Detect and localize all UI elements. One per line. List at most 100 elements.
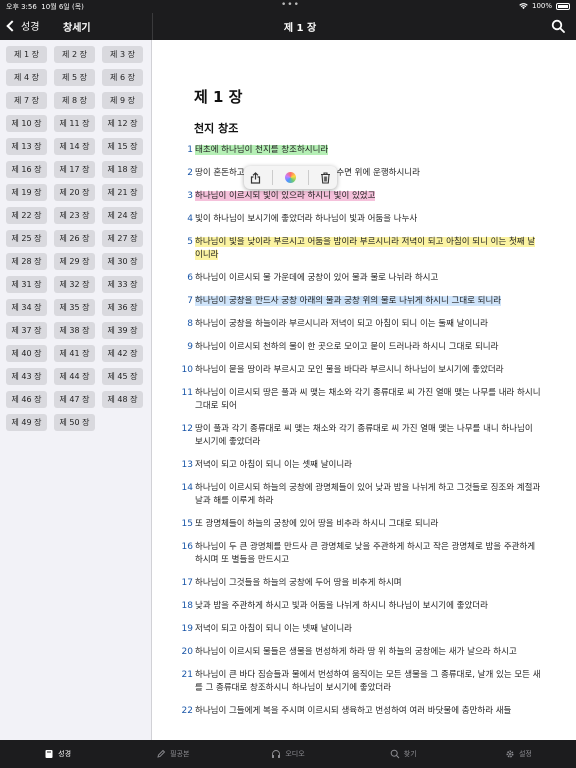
verse-row[interactable]: 17 하나님이 그것들을 하늘의 궁창에 두어 땅을 비추게 하시며 xyxy=(181,577,541,590)
chapter-button-34[interactable]: 제 34 장 xyxy=(6,299,47,316)
chapter-button-37[interactable]: 제 37 장 xyxy=(6,322,47,339)
chapter-button-23[interactable]: 제 23 장 xyxy=(54,207,95,224)
chapter-button-39[interactable]: 제 39 장 xyxy=(102,322,143,339)
chapter-button-2[interactable]: 제 2 장 xyxy=(54,46,95,63)
tab-headphones[interactable]: 오디오 xyxy=(230,740,345,768)
verse-row[interactable]: 7 하나님이 궁창을 만드사 궁창 아래의 물과 궁창 위의 물로 나뉘게 하시니… xyxy=(181,295,541,308)
chapter-button-30[interactable]: 제 30 장 xyxy=(102,253,143,270)
verse-row[interactable]: 5 하나님이 빛을 낮이라 부르시고 어둠을 밤이라 부르시니라 저녁이 되고 아… xyxy=(181,236,541,262)
search-icon[interactable] xyxy=(551,19,565,33)
verse-row[interactable]: 3 하나님이 이르시되 빛이 있으라 하시니 빛이 있었고 xyxy=(181,190,541,203)
verse-row[interactable]: 20 하나님이 이르시되 물들은 생물을 번성하게 하라 땅 위 하늘의 궁창에는… xyxy=(181,646,541,659)
verse-row[interactable]: 9 하나님이 이르시되 천하의 물이 한 곳으로 모이고 뭍이 드러나라 하시니 … xyxy=(181,341,541,354)
verse-number: 17 xyxy=(181,578,193,588)
chapter-button-46[interactable]: 제 46 장 xyxy=(6,391,47,408)
chapter-button-6[interactable]: 제 6 장 xyxy=(102,69,143,86)
verse-row[interactable]: 14 하나님이 이르시되 하늘의 궁창에 광명체들이 있어 낮과 밤을 나뉘게 하… xyxy=(181,482,541,508)
tab-gear[interactable]: 설정 xyxy=(461,740,576,768)
chapter-button-4[interactable]: 제 4 장 xyxy=(6,69,47,86)
chapter-button-3[interactable]: 제 3 장 xyxy=(102,46,143,63)
chapter-content[interactable]: 제 1 장 천지 창조 1 태초에 하나님이 천지를 창조하시니라 2 땅이 혼돈하고… xyxy=(153,40,576,740)
chapter-button-20[interactable]: 제 20 장 xyxy=(54,184,95,201)
verse-text: 하나님이 이르시되 물들은 생물을 번성하게 하라 땅 위 하늘의 궁창에는 새… xyxy=(195,647,517,657)
tab-pen[interactable]: 필공본 xyxy=(115,740,230,768)
back-button[interactable]: 성경 xyxy=(6,18,39,33)
tab-search[interactable]: 찾기 xyxy=(346,740,461,768)
verse-text: 하나님이 빛을 낮이라 부르시고 어둠을 밤이라 부르시니라 저녁이 되고 아침… xyxy=(195,237,536,260)
verse-number: 7 xyxy=(187,296,193,306)
chapter-button-47[interactable]: 제 47 장 xyxy=(54,391,95,408)
tab-book[interactable]: 성경 xyxy=(0,740,115,768)
chapter-button-42[interactable]: 제 42 장 xyxy=(102,345,143,362)
verse-row[interactable]: 22 하나님이 그들에게 복을 주시며 이르시되 생육하고 번성하여 여러 바닷물… xyxy=(181,705,541,718)
verse-row[interactable]: 15 또 광명체들이 하늘의 궁창에 있어 땅을 비추라 하시니 그대로 되니라 xyxy=(181,518,541,531)
battery-icon xyxy=(556,2,570,10)
chapter-button-10[interactable]: 제 10 장 xyxy=(6,115,47,132)
chapter-button-44[interactable]: 제 44 장 xyxy=(54,368,95,385)
trash-icon[interactable] xyxy=(320,171,331,184)
chapter-button-26[interactable]: 제 26 장 xyxy=(54,230,95,247)
chapter-button-8[interactable]: 제 8 장 xyxy=(54,92,95,109)
chapter-button-29[interactable]: 제 29 장 xyxy=(54,253,95,270)
chapter-button-27[interactable]: 제 27 장 xyxy=(102,230,143,247)
chapter-grid: 제 1 장 제 2 장 제 3 장제 4 장 제 5 장 제 6 장제 7 장 제 8 장… xyxy=(6,46,143,431)
chapter-button-15[interactable]: 제 15 장 xyxy=(102,138,143,155)
chapter-button-7[interactable]: 제 7 장 xyxy=(6,92,47,109)
verse-row[interactable]: 11 하나님이 이르시되 땅은 풀과 씨 맺는 채소와 각기 종류대로 씨 가진 … xyxy=(181,387,541,413)
chapter-button-16[interactable]: 제 16 장 xyxy=(6,161,47,178)
verse-row[interactable]: 12 땅이 풀과 각기 종류대로 씨 맺는 채소와 각기 종류대로 씨 가진 열매… xyxy=(181,423,541,449)
verse-row[interactable]: 16 하나님이 두 큰 광명체를 만드사 큰 광명체로 낮을 주관하게 하시고 작… xyxy=(181,541,541,567)
chapter-button-25[interactable]: 제 25 장 xyxy=(6,230,47,247)
verse-row[interactable]: 10 하나님이 뭍을 땅이라 부르시고 모인 물을 바다라 부르시니 하나님이 보… xyxy=(181,364,541,377)
headphones-icon xyxy=(271,749,281,759)
chapter-button-43[interactable]: 제 43 장 xyxy=(6,368,47,385)
chapter-button-5[interactable]: 제 5 장 xyxy=(54,69,95,86)
verse-text: 하나님이 그들에게 복을 주시며 이르시되 생육하고 번성하여 여러 바닷물에 … xyxy=(195,706,512,716)
chapter-button-45[interactable]: 제 45 장 xyxy=(102,368,143,385)
verse-number: 9 xyxy=(187,342,193,352)
chapter-button-17[interactable]: 제 17 장 xyxy=(54,161,95,178)
verse-row[interactable]: 2땅이 혼돈하고 위에 있고 하나님의 영은 수면 위에 운행하시니라 xyxy=(181,167,541,180)
verse-row[interactable]: 13 저녁이 되고 아침이 되니 이는 셋째 날이니라 xyxy=(181,459,541,472)
multitasking-dots[interactable]: ••• xyxy=(281,0,300,10)
chapter-button-41[interactable]: 제 41 장 xyxy=(54,345,95,362)
chapter-button-13[interactable]: 제 13 장 xyxy=(6,138,47,155)
verse-row[interactable]: 1 태초에 하나님이 천지를 창조하시니라 xyxy=(181,144,541,157)
color-palette-icon[interactable] xyxy=(284,172,296,183)
chapter-button-33[interactable]: 제 33 장 xyxy=(102,276,143,293)
chapter-button-9[interactable]: 제 9 장 xyxy=(102,92,143,109)
chapter-button-28[interactable]: 제 28 장 xyxy=(6,253,47,270)
verse-row[interactable]: 4 빛이 하나님이 보시기에 좋았더라 하나님이 빛과 어둠을 나누사 xyxy=(181,213,541,226)
popup-separator xyxy=(272,170,274,185)
verse-row[interactable]: 6 하나님이 이르시되 물 가운데에 궁창이 있어 물과 물로 나뉘라 하시고 xyxy=(181,272,541,285)
chapter-button-12[interactable]: 제 12 장 xyxy=(102,115,143,132)
verse-row[interactable]: 19 저녁이 되고 아침이 되니 이는 넷째 날이니라 xyxy=(181,623,541,636)
chapter-button-19[interactable]: 제 19 장 xyxy=(6,184,47,201)
verse-number: 19 xyxy=(181,624,193,634)
chapter-button-24[interactable]: 제 24 장 xyxy=(102,207,143,224)
chapter-button-38[interactable]: 제 38 장 xyxy=(54,322,95,339)
verse-row[interactable]: 18 낮과 밤을 주관하게 하시고 빛과 어둠을 나뉘게 하시니 하나님이 보시기… xyxy=(181,600,541,613)
chapter-button-1[interactable]: 제 1 장 xyxy=(6,46,47,63)
chapter-button-18[interactable]: 제 18 장 xyxy=(102,161,143,178)
verse-text: 하나님이 그것들을 하늘의 궁창에 두어 땅을 비추게 하시며 xyxy=(195,578,402,588)
chapter-button-35[interactable]: 제 35 장 xyxy=(54,299,95,316)
chapter-button-40[interactable]: 제 40 장 xyxy=(6,345,47,362)
chapter-button-36[interactable]: 제 36 장 xyxy=(102,299,143,316)
verse-row[interactable]: 21 하나님이 큰 바다 짐승들과 물에서 번성하여 움직이는 모든 생물을 그 … xyxy=(181,669,541,695)
chapter-button-11[interactable]: 제 11 장 xyxy=(54,115,95,132)
verse-text: 하나님이 이르시되 땅은 풀과 씨 맺는 채소와 각기 종류대로 씨 가진 열매… xyxy=(195,388,541,411)
chapter-button-48[interactable]: 제 48 장 xyxy=(102,391,143,408)
verse-number: 14 xyxy=(181,483,193,493)
verse-row[interactable]: 8 하나님이 궁창을 하늘이라 부르시니라 저녁이 되고 아침이 되니 이는 둘째… xyxy=(181,318,541,331)
share-icon[interactable] xyxy=(250,171,261,184)
chapter-button-21[interactable]: 제 21 장 xyxy=(102,184,143,201)
chapter-button-22[interactable]: 제 22 장 xyxy=(6,207,47,224)
verse-number: 3 xyxy=(187,191,193,201)
chapter-button-31[interactable]: 제 31 장 xyxy=(6,276,47,293)
verse-text: 저녁이 되고 아침이 되니 이는 셋째 날이니라 xyxy=(195,460,352,470)
chapter-button-32[interactable]: 제 32 장 xyxy=(54,276,95,293)
chapter-button-14[interactable]: 제 14 장 xyxy=(54,138,95,155)
chapter-button-49[interactable]: 제 49 장 xyxy=(6,414,47,431)
chapter-button-50[interactable]: 제 50 장 xyxy=(54,414,95,431)
